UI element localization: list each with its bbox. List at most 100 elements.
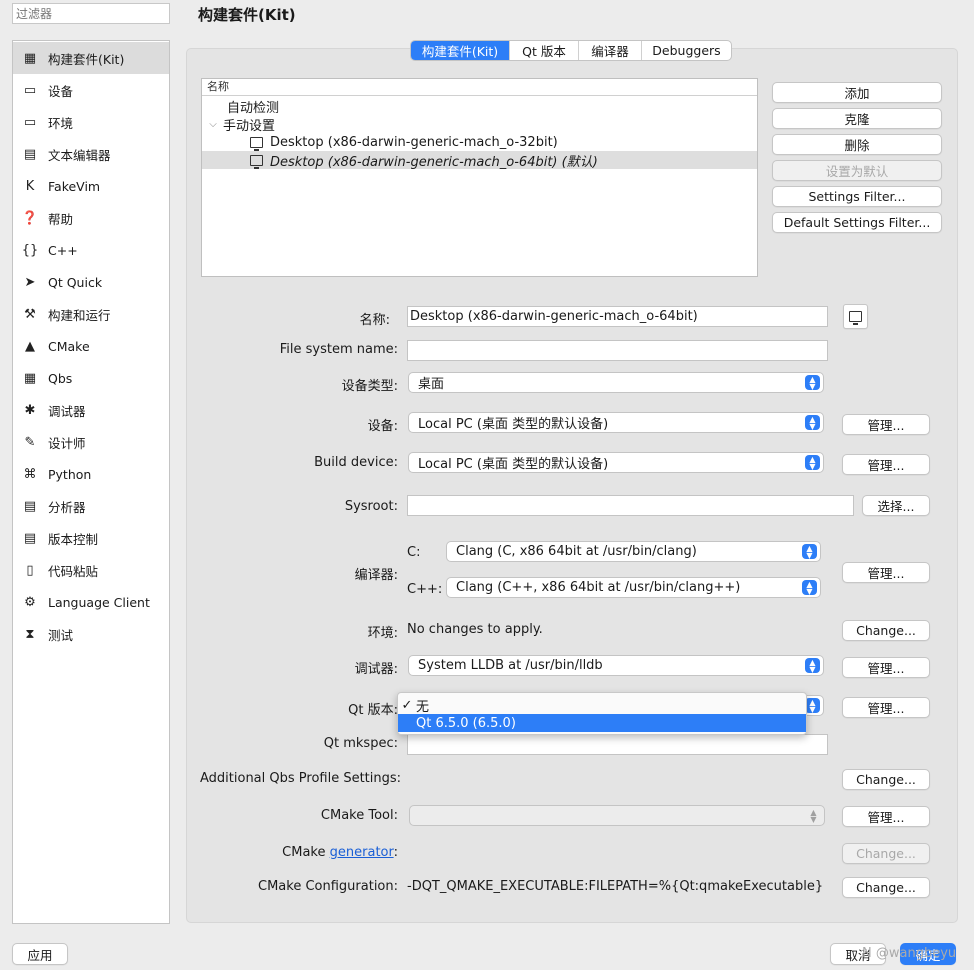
set-default-button[interactable]: 设置为默认	[772, 160, 942, 181]
tab-qt-versions[interactable]: Qt 版本	[510, 41, 579, 60]
fs-name-field[interactable]	[407, 340, 828, 361]
kit-name: Desktop (x86-darwin-generic-mach_o-32bit…	[270, 134, 558, 150]
tab-compilers[interactable]: 编译器	[579, 41, 642, 60]
monitor-icon	[250, 136, 263, 151]
sidebar-item-build-run[interactable]: ⚒ 构建和运行	[13, 298, 169, 330]
sidebar-item-label: 测试	[48, 627, 74, 643]
c-compiler-label: C:	[407, 545, 421, 560]
sidebar-item-label: 帮助	[48, 211, 74, 227]
cpp-compiler-label: C++:	[407, 582, 443, 597]
change-environment-button[interactable]: Change...	[842, 620, 930, 641]
sidebar-item-label: 版本控制	[48, 531, 99, 547]
qt-mkspec-field[interactable]	[407, 734, 828, 755]
manage-build-device-button[interactable]: 管理...	[842, 454, 930, 475]
sidebar-item-fakevim[interactable]: K FakeVim	[13, 170, 169, 202]
sidebar-item-qt-quick[interactable]: ➤ Qt Quick	[13, 266, 169, 298]
manage-cmake-tool-button[interactable]: 管理...	[842, 806, 930, 827]
default-settings-filter-button[interactable]: Default Settings Filter...	[772, 212, 942, 233]
monitor-icon: ▭	[23, 114, 37, 130]
kit-tree[interactable]: 名称 自动检测 ⌵ 手动设置 Desktop (x86-darwin-generi…	[201, 78, 758, 277]
dropdown-option-none[interactable]: ✓ 无	[398, 696, 806, 715]
chevron-updown-icon: ▲ ▼	[810, 807, 817, 824]
sidebar-item-label: 构建和运行	[48, 307, 111, 323]
build-device-select[interactable]: Local PC (桌面 类型的默认设备) ▲ ▼	[408, 452, 824, 473]
device-select[interactable]: Local PC (桌面 类型的默认设备) ▲ ▼	[408, 412, 824, 433]
cmake-tool-label: CMake Tool:	[320, 808, 398, 823]
sidebar-item-testing[interactable]: ⧗ 测试	[13, 618, 169, 650]
sidebar-item-cpp[interactable]: {} C++	[13, 234, 169, 266]
sidebar-item-label: Qt Quick	[48, 274, 103, 290]
sidebar-item-devices[interactable]: ▭ 设备	[13, 74, 169, 106]
sidebar-item-debugger[interactable]: ✱ 调试器	[13, 394, 169, 426]
c-compiler-select[interactable]: Clang (C, x86 64bit at /usr/bin/clang) ▲ ▼	[446, 541, 821, 562]
monitor-icon	[849, 311, 862, 325]
compiler-label: 编译器:	[354, 568, 398, 583]
sidebar-item-label: 环境	[48, 115, 74, 131]
bug-icon: ✱	[24, 402, 36, 418]
manage-compiler-button[interactable]: 管理...	[842, 562, 930, 583]
tree-header-name[interactable]: 名称	[202, 79, 757, 96]
sidebar-item-label: C++	[48, 242, 78, 258]
sidebar-item-environment[interactable]: ▭ 环境	[13, 106, 169, 138]
remove-button[interactable]: 删除	[772, 134, 942, 155]
qt-mkspec-label: Qt mkspec:	[323, 736, 398, 751]
kit-icon-button[interactable]	[843, 304, 868, 329]
apply-button[interactable]: 应用	[12, 943, 68, 965]
cmake-tool-select[interactable]: ▲ ▼	[409, 805, 825, 826]
sidebar-item-cmake[interactable]: ▲ CMake	[13, 330, 169, 362]
tree-row-kit[interactable]: Desktop (x86-darwin-generic-mach_o-32bit…	[202, 133, 757, 151]
sidebar-item-python[interactable]: ⌘ Python	[13, 458, 169, 490]
clone-button[interactable]: 克隆	[772, 108, 942, 129]
chevron-updown-icon: ▲ ▼	[805, 455, 820, 470]
dropdown-option-qt650[interactable]: Qt 6.5.0 (6.5.0)	[398, 714, 806, 732]
sidebar-item-label: FakeVim	[48, 178, 101, 194]
tree-node-auto-detected[interactable]: 自动检测	[202, 97, 757, 116]
sidebar-item-help[interactable]: ❓ 帮助	[13, 202, 169, 234]
sidebar-item-analyzer[interactable]: ▤ 分析器	[13, 490, 169, 522]
add-button[interactable]: 添加	[772, 82, 942, 103]
version-control-icon: ▤	[23, 530, 37, 546]
settings-filter-button[interactable]: Settings Filter...	[772, 186, 942, 207]
sidebar-item-label: Python	[48, 466, 92, 482]
cmake-config-label: CMake Configuration:	[258, 879, 398, 894]
sidebar-item-designer[interactable]: ✎ 设计师	[13, 426, 169, 458]
choose-sysroot-button[interactable]: 选择...	[862, 495, 930, 516]
kit-name: Desktop (x86-darwin-generic-mach_o-64bit…	[270, 154, 598, 170]
sidebar-item-label: 分析器	[48, 499, 86, 515]
device-type-select[interactable]: 桌面 ▲ ▼	[408, 372, 824, 393]
tab-bar: 构建套件(Kit) Qt 版本 编译器 Debuggers	[410, 40, 732, 61]
sidebar-item-label: 设备	[48, 83, 74, 99]
change-cmake-generator-button[interactable]: Change...	[842, 843, 930, 864]
device-icon: ▭	[23, 82, 37, 98]
manage-device-button[interactable]: 管理...	[842, 414, 930, 435]
sidebar-item-label: 构建套件(Kit)	[48, 51, 125, 67]
select-value: Local PC (桌面 类型的默认设备)	[418, 457, 609, 472]
pencil-icon: ✎	[24, 434, 36, 450]
option-label: Qt 6.5.0 (6.5.0)	[416, 715, 516, 731]
debugger-select[interactable]: System LLDB at /usr/bin/lldb ▲ ▼	[408, 655, 824, 676]
sysroot-field[interactable]	[407, 495, 854, 516]
cmake-generator-link[interactable]: generator	[330, 845, 394, 860]
manage-debugger-button[interactable]: 管理...	[842, 657, 930, 678]
cpp-compiler-select[interactable]: Clang (C++, x86 64bit at /usr/bin/clang+…	[446, 577, 821, 598]
sidebar-item-kits[interactable]: ▦ 构建套件(Kit)	[13, 42, 169, 74]
change-cmake-config-button[interactable]: Change...	[842, 877, 930, 898]
sidebar-item-qbs[interactable]: ▦ Qbs	[13, 362, 169, 394]
select-value: Clang (C, x86 64bit at /usr/bin/clang)	[456, 544, 697, 559]
tree-node-manual[interactable]: ⌵ 手动设置	[202, 115, 757, 134]
sidebar-item-text-editor[interactable]: ▤ 文本编辑器	[13, 138, 169, 170]
filter-input[interactable]	[12, 3, 170, 24]
manage-qt-version-button[interactable]: 管理...	[842, 697, 930, 718]
sidebar-item-code-paste[interactable]: ▯ 代码粘贴	[13, 554, 169, 586]
tab-debuggers[interactable]: Debuggers	[642, 41, 731, 60]
sidebar: ▦ 构建套件(Kit) ▭ 设备 ▭ 环境 ▤ 文本编辑器 K FakeVim ❓ 帮助 {…	[12, 40, 170, 924]
chevron-down-icon[interactable]: ⌵	[207, 119, 219, 130]
sidebar-item-language-client[interactable]: ⚙ Language Client	[13, 586, 169, 618]
hammer-icon: ⚒	[24, 306, 36, 322]
change-qbs-button[interactable]: Change...	[842, 769, 930, 790]
kit-name-field[interactable]: Desktop (x86-darwin-generic-mach_o-64bit…	[407, 306, 828, 327]
select-value: Local PC (桌面 类型的默认设备)	[418, 417, 609, 432]
tree-row-kit[interactable]: Desktop (x86-darwin-generic-mach_o-64bit…	[202, 151, 757, 170]
tab-kits[interactable]: 构建套件(Kit)	[411, 41, 510, 60]
sidebar-item-version-control[interactable]: ▤ 版本控制	[13, 522, 169, 554]
